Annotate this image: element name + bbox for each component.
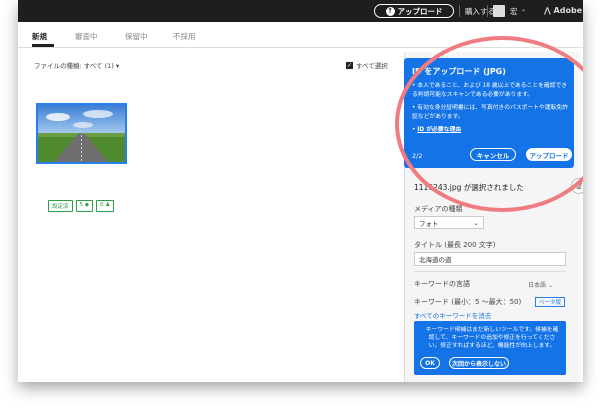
- file-type-filter[interactable]: ファイルの種類: すべて (1) ▾: [34, 60, 119, 70]
- dont-show-again-button[interactable]: 次回から表示しない: [449, 357, 509, 369]
- road-landscape-image: [38, 105, 125, 162]
- clear-keywords-link[interactable]: すべてのキーワードを消去: [414, 310, 491, 320]
- keyword-language-select[interactable]: 日本語 ⌄: [528, 280, 553, 289]
- asset-badges: 設定済 5 ◆ 0 ♟: [48, 200, 115, 212]
- chevron-down-icon: ⌄: [547, 282, 553, 289]
- title-input[interactable]: 北海道の道: [414, 252, 566, 266]
- divider: [414, 271, 566, 272]
- purchase-link[interactable]: 購入する: [465, 6, 495, 17]
- media-type-select[interactable]: フォト ⌄: [414, 216, 484, 229]
- keyword-count-badge: 5 ◆: [75, 200, 93, 212]
- people-icon: ♟: [105, 202, 111, 208]
- upload-icon: ↑: [385, 6, 395, 16]
- keyword-count: 5: [79, 202, 84, 208]
- release-count-badge: 0 ♟: [96, 200, 115, 212]
- tag-icon: ◆: [84, 202, 89, 208]
- divider: [459, 5, 460, 17]
- app-window: ↑ アップロード 購入する 宏 ⌄ ⋀ Adobe 新規 審査中 保留中 不採用…: [18, 0, 583, 382]
- select-all[interactable]: ✓ すべて選択: [346, 60, 388, 70]
- file-type-filter-label: ファイルの種類: すべて (1): [34, 62, 114, 70]
- top-bar: ↑ アップロード 購入する 宏 ⌄ ⋀ Adobe: [18, 0, 583, 22]
- active-tab-indicator: [32, 44, 54, 47]
- brand-name: Adobe: [553, 6, 583, 15]
- keyword-suggestion-tip: キーワード候補はまだ新しいツールです。候補を確認して、キーワードの追加や修正を行…: [414, 321, 566, 375]
- tip-text: キーワード候補はまだ新しいツールです。候補を確認して、キーワードの追加や修正を行…: [425, 327, 559, 349]
- tab-on-hold[interactable]: 保留中: [125, 31, 148, 42]
- asset-thumbnail[interactable]: [36, 103, 127, 164]
- title-value: 北海道の道: [419, 256, 452, 264]
- tab-rejected[interactable]: 不採用: [173, 31, 196, 42]
- divider: [487, 5, 488, 17]
- upload-button-label: アップロード: [397, 6, 443, 16]
- beta-badge: ベータ版: [535, 297, 566, 307]
- keyword-language-label: キーワードの言語: [414, 280, 470, 288]
- avatar[interactable]: [493, 5, 505, 17]
- adobe-logo: ⋀ Adobe: [544, 6, 582, 15]
- tab-new[interactable]: 新規: [32, 31, 47, 42]
- keywords-label: キーワード (最小：5 〜最大：50): [414, 298, 522, 306]
- release-count: 0: [100, 202, 104, 208]
- upload-button[interactable]: ↑ アップロード: [374, 4, 454, 18]
- status-badge: 設定済: [48, 200, 73, 212]
- ok-button[interactable]: OK: [420, 357, 440, 369]
- tab-in-review[interactable]: 審査中: [75, 31, 98, 42]
- media-type-value: フォト: [419, 219, 439, 228]
- chevron-down-icon: ⌄: [473, 218, 479, 227]
- chevron-down-icon: ▾: [115, 62, 120, 70]
- user-name[interactable]: 宏: [510, 6, 518, 17]
- select-all-checkbox[interactable]: ✓: [346, 61, 353, 69]
- chevron-down-icon[interactable]: ⌄: [521, 6, 526, 13]
- keyword-language-value: 日本語: [528, 282, 547, 289]
- media-type-label: メディアの種類: [414, 205, 463, 213]
- select-all-label: すべて選択: [356, 62, 388, 70]
- title-label: タイトル (最長 200 文字): [414, 241, 496, 249]
- adobe-logo-icon: ⋀: [544, 6, 551, 15]
